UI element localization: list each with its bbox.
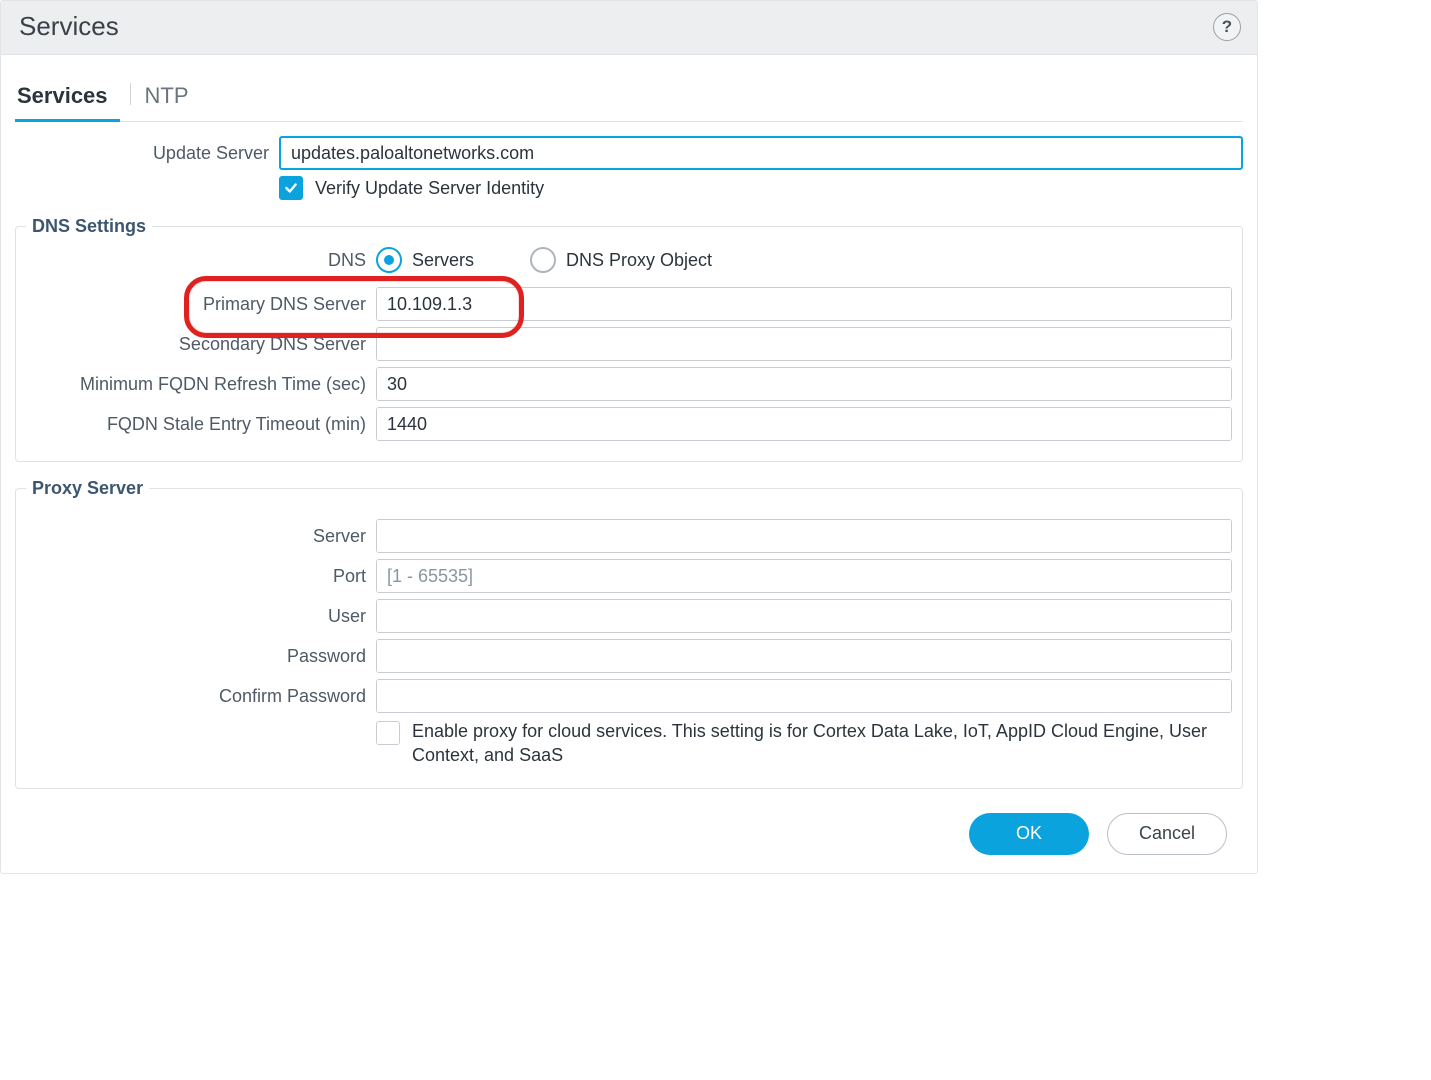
label-fqdn-stale: FQDN Stale Entry Timeout (min) (26, 414, 376, 435)
row-dns-mode: DNS Servers DNS Proxy Object (26, 247, 1232, 273)
row-proxy-port: Port (26, 559, 1232, 593)
checkbox-icon (279, 176, 303, 200)
row-proxy-server: Server (26, 519, 1232, 553)
enable-proxy-cloud-checkbox[interactable] (376, 719, 400, 745)
dialog-header: Services ? (1, 1, 1257, 55)
row-update-server: Update Server (15, 136, 1243, 170)
label-primary-dns: Primary DNS Server (26, 294, 376, 315)
legend-dns: DNS Settings (26, 216, 152, 237)
proxy-confirm-password-input[interactable] (376, 679, 1232, 713)
label-update-server: Update Server (15, 143, 279, 164)
secondary-dns-input[interactable] (376, 327, 1232, 361)
proxy-password-input[interactable] (376, 639, 1232, 673)
group-proxy-server: Proxy Server Server Port User (15, 478, 1243, 789)
label-proxy-password: Password (26, 646, 376, 667)
radio-dns-proxy-object[interactable]: DNS Proxy Object (530, 247, 712, 273)
update-server-input[interactable] (279, 136, 1243, 170)
radio-servers[interactable]: Servers (376, 247, 474, 273)
row-min-fqdn: Minimum FQDN Refresh Time (sec) (26, 367, 1232, 401)
proxy-port-input[interactable] (376, 559, 1232, 593)
ok-button-label: OK (1016, 823, 1042, 844)
primary-dns-input[interactable] (376, 287, 1232, 321)
label-secondary-dns: Secondary DNS Server (26, 334, 376, 355)
tab-ntp[interactable]: NTP (143, 77, 199, 121)
row-proxy-password: Password (26, 639, 1232, 673)
row-verify-identity: Verify Update Server Identity (15, 176, 1243, 200)
row-enable-proxy-cloud: Enable proxy for cloud services. This se… (26, 719, 1232, 768)
label-dns: DNS (26, 250, 376, 271)
label-proxy-confirm-password: Confirm Password (26, 686, 376, 707)
verify-identity-checkbox[interactable]: Verify Update Server Identity (279, 176, 544, 200)
group-dns-settings: DNS Settings DNS Servers DNS Proxy Objec… (15, 216, 1243, 462)
proxy-user-input[interactable] (376, 599, 1232, 633)
help-icon[interactable]: ? (1213, 13, 1241, 41)
row-fqdn-stale: FQDN Stale Entry Timeout (min) (26, 407, 1232, 441)
proxy-server-input[interactable] (376, 519, 1232, 553)
radio-servers-label: Servers (412, 250, 474, 271)
label-min-fqdn: Minimum FQDN Refresh Time (sec) (26, 374, 376, 395)
services-dialog: Services ? Services NTP Update Server (0, 0, 1258, 874)
fqdn-stale-input[interactable] (376, 407, 1232, 441)
row-primary-dns: Primary DNS Server (26, 287, 1232, 321)
label-proxy-user: User (26, 606, 376, 627)
label-proxy-server: Server (26, 526, 376, 547)
legend-proxy: Proxy Server (26, 478, 149, 499)
verify-identity-label: Verify Update Server Identity (315, 178, 544, 199)
tab-label: Services (17, 83, 108, 108)
dialog-title: Services (19, 11, 119, 42)
tabs: Services NTP (15, 77, 1243, 122)
radio-icon (530, 247, 556, 273)
enable-proxy-cloud-label: Enable proxy for cloud services. This se… (412, 719, 1232, 768)
tab-services[interactable]: Services (15, 77, 118, 121)
dialog-content: Services NTP Update Server Verify Update… (1, 55, 1257, 873)
row-secondary-dns: Secondary DNS Server (26, 327, 1232, 361)
row-proxy-user: User (26, 599, 1232, 633)
radio-proxy-label: DNS Proxy Object (566, 250, 712, 271)
cancel-button[interactable]: Cancel (1107, 813, 1227, 855)
tab-label: NTP (145, 83, 189, 108)
cancel-button-label: Cancel (1139, 823, 1195, 844)
min-fqdn-refresh-input[interactable] (376, 367, 1232, 401)
label-proxy-port: Port (26, 566, 376, 587)
ok-button[interactable]: OK (969, 813, 1089, 855)
tab-separator (130, 83, 131, 105)
dialog-footer: OK Cancel (15, 789, 1243, 855)
help-glyph: ? (1222, 17, 1232, 37)
row-proxy-confirm-password: Confirm Password (26, 679, 1232, 713)
radio-icon (376, 247, 402, 273)
checkbox-icon (376, 721, 400, 745)
